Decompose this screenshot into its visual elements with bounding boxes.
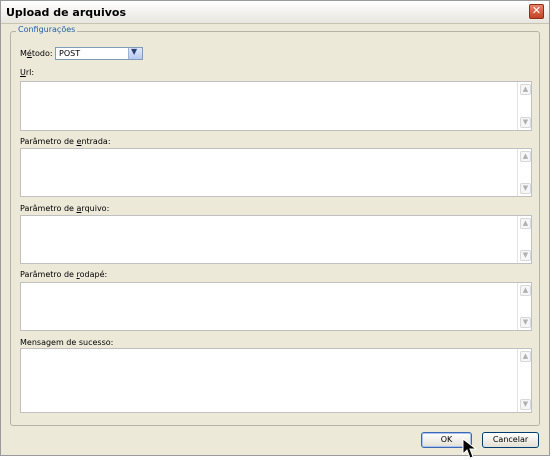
scroll-up-icon[interactable]: ▲ [520, 351, 531, 362]
url-scrollbar[interactable]: ▲ ▼ [517, 82, 531, 130]
title-bar[interactable]: Upload de arquivos ✕ [1, 1, 549, 24]
window-title: Upload de arquivos [6, 6, 127, 19]
footer-param-textarea[interactable]: ▲ ▼ [20, 282, 532, 331]
scroll-up-icon[interactable]: ▲ [520, 151, 531, 162]
scroll-down-icon[interactable]: ▼ [520, 399, 531, 410]
method-value: POST [59, 49, 81, 58]
input-param-scrollbar[interactable]: ▲ ▼ [517, 149, 531, 196]
method-label: Método: [20, 49, 53, 58]
close-icon: ✕ [531, 4, 542, 17]
group-legend: Configurações [16, 25, 78, 34]
scroll-down-icon[interactable]: ▼ [520, 117, 531, 128]
scroll-down-icon[interactable]: ▼ [520, 250, 531, 261]
scroll-up-icon[interactable]: ▲ [520, 84, 531, 95]
success-message-textarea[interactable]: ▲ ▼ [20, 348, 532, 413]
footer-param-label: Parâmetro de rodapé: [20, 270, 108, 279]
scroll-up-icon[interactable]: ▲ [520, 285, 531, 296]
file-param-scrollbar[interactable]: ▲ ▼ [517, 216, 531, 263]
footer-param-scrollbar[interactable]: ▲ ▼ [517, 283, 531, 330]
mouse-pointer-icon [462, 438, 478, 459]
success-message-label: Mensagem de sucesso: [20, 338, 114, 347]
method-select[interactable]: POST ▼ [55, 47, 143, 60]
scroll-down-icon[interactable]: ▼ [520, 317, 531, 328]
file-param-label: Parâmetro de arquivo: [20, 204, 110, 213]
scroll-up-icon[interactable]: ▲ [520, 218, 531, 229]
input-param-label: Parâmetro de entrada: [20, 137, 111, 146]
cancel-button[interactable]: Cancelar [482, 432, 539, 448]
input-param-textarea[interactable]: ▲ ▼ [20, 148, 532, 197]
success-message-scrollbar[interactable]: ▲ ▼ [517, 349, 531, 412]
scroll-down-icon[interactable]: ▼ [520, 183, 531, 194]
chevron-down-icon: ▼ [131, 47, 138, 56]
url-textarea[interactable]: ▲ ▼ [20, 81, 532, 131]
method-dropdown-button[interactable]: ▼ [128, 47, 142, 59]
url-label: Url: [20, 68, 35, 77]
file-param-textarea[interactable]: ▲ ▼ [20, 215, 532, 264]
close-button[interactable]: ✕ [529, 4, 544, 19]
